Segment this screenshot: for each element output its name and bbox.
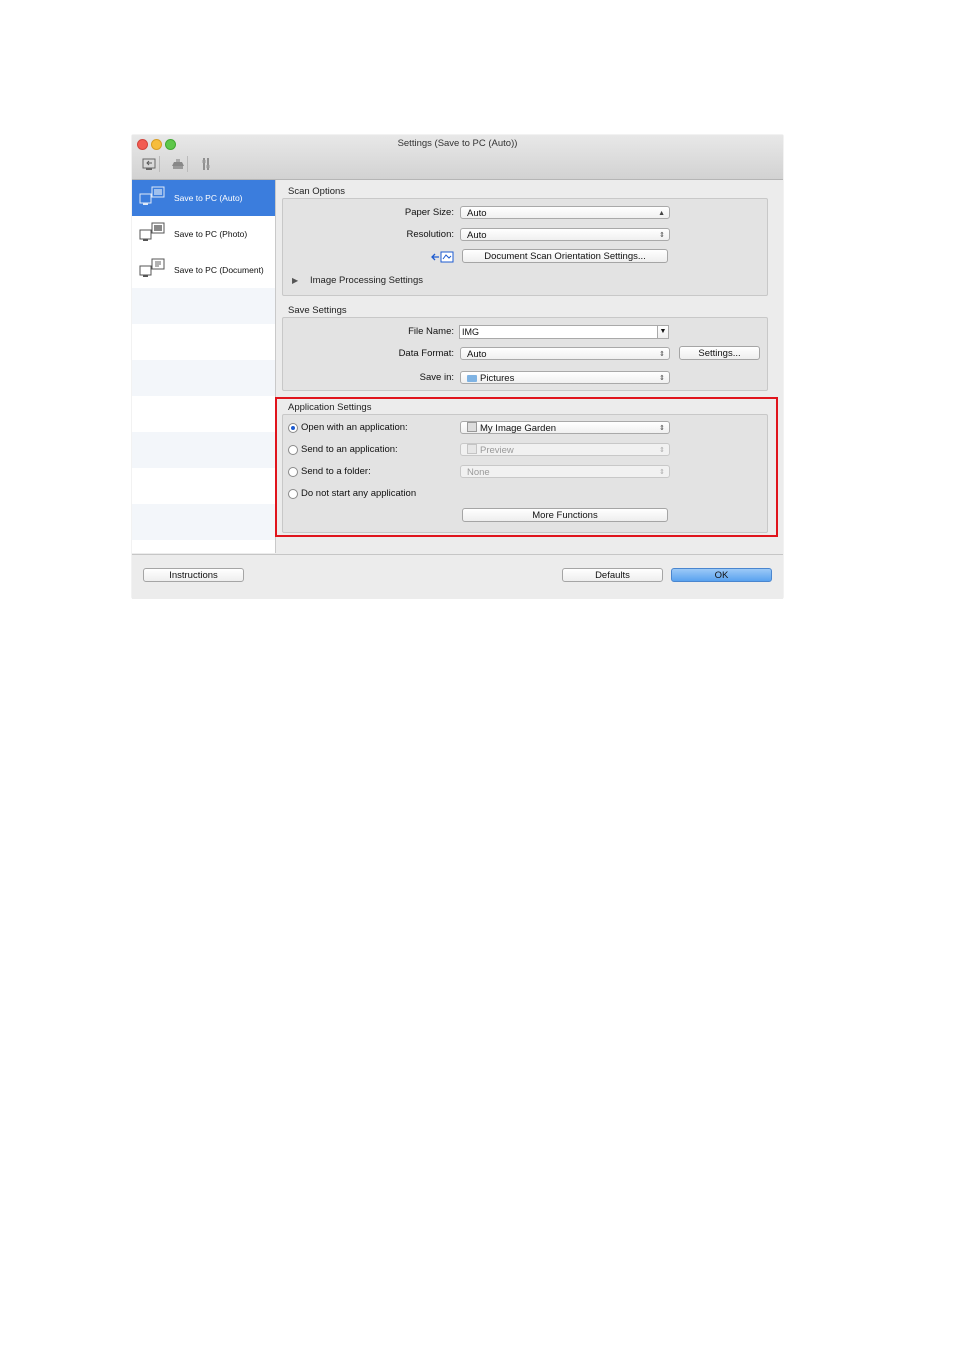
file-name-dropdown-button[interactable]: ▼ <box>657 325 669 339</box>
disclosure-triangle-icon[interactable]: ▶ <box>292 276 298 285</box>
popup-arrows-icon: ⇕ <box>659 351 665 358</box>
data-format-value: Auto <box>467 349 487 360</box>
title-bar: Settings (Save to PC (Auto)) <box>132 135 783 180</box>
popup-arrows-icon: ⇕ <box>659 375 665 382</box>
save-settings-button[interactable]: Settings... <box>679 346 760 360</box>
scan-options-title: Scan Options <box>288 186 346 197</box>
ok-button[interactable]: OK <box>671 568 772 582</box>
toolbar-separator <box>158 155 161 173</box>
list-stripe <box>132 432 275 468</box>
file-name-input[interactable]: IMG <box>459 325 658 339</box>
save-to-pc-auto-icon <box>139 186 165 205</box>
folder-icon <box>467 375 477 382</box>
toolbar-separator <box>186 155 189 173</box>
scan-from-computer-icon <box>142 158 156 170</box>
data-format-select[interactable]: Auto ⇕ <box>460 347 670 360</box>
sidebar-item-label: Save to PC (Photo) <box>174 229 248 239</box>
sidebar-item-save-to-pc-auto[interactable]: Save to PC (Auto) <box>132 180 275 216</box>
list-stripe <box>132 504 275 540</box>
popup-arrows-icon: ⇕ <box>659 232 665 239</box>
data-format-label: Data Format: <box>398 348 454 359</box>
save-to-pc-photo-icon <box>139 222 165 241</box>
file-name-label: File Name: <box>408 326 454 337</box>
settings-content: Scan Options Paper Size: Auto ▲ Resoluti… <box>275 180 783 553</box>
sidebar-item-label: Save to PC (Auto) <box>174 193 243 203</box>
document-scan-orientation-settings-button[interactable]: Document Scan Orientation Settings... <box>462 249 668 263</box>
scan-type-sidebar: Save to PC (Auto) Save to PC (Photo) Sav… <box>132 180 276 553</box>
save-in-value: Pictures <box>480 373 515 384</box>
orientation-icon <box>431 250 455 264</box>
resolution-select[interactable]: Auto ⇕ <box>460 228 670 241</box>
paper-size-select[interactable]: Auto ▲ <box>460 206 670 219</box>
instructions-button[interactable]: Instructions <box>143 568 244 582</box>
sidebar-item-save-to-pc-photo[interactable]: Save to PC (Photo) <box>132 216 275 252</box>
resolution-value: Auto <box>467 230 487 241</box>
list-stripe <box>132 360 275 396</box>
paper-size-label: Paper Size: <box>404 207 454 218</box>
defaults-button[interactable]: Defaults <box>562 568 663 582</box>
paper-size-value: Auto <box>467 208 487 219</box>
save-in-select[interactable]: Pictures ⇕ <box>460 371 670 384</box>
scan-from-operation-panel-icon <box>172 159 184 169</box>
settings-window: Settings (Save to PC (Auto)) Save to PC … <box>132 135 783 599</box>
dialog-footer: Instructions Defaults OK <box>132 554 783 599</box>
save-in-label: Save in: <box>419 372 454 383</box>
general-settings-tab[interactable] <box>196 155 216 173</box>
list-stripe <box>132 288 275 324</box>
scan-from-operation-panel-tab[interactable] <box>168 155 188 173</box>
scan-from-computer-tab[interactable] <box>140 155 160 173</box>
sidebar-item-label: Save to PC (Document) <box>174 265 264 275</box>
general-settings-icon <box>202 158 210 170</box>
image-processing-settings-label[interactable]: Image Processing Settings <box>310 275 423 286</box>
save-to-pc-document-icon <box>139 258 165 277</box>
application-settings-highlight <box>275 397 778 537</box>
window-title: Settings (Save to PC (Auto)) <box>397 138 518 149</box>
resolution-label: Resolution: <box>406 229 454 240</box>
sidebar-item-save-to-pc-document[interactable]: Save to PC (Document) <box>132 252 275 288</box>
popup-arrows-icon: ▲ <box>658 210 665 217</box>
save-settings-title: Save Settings <box>288 305 347 316</box>
